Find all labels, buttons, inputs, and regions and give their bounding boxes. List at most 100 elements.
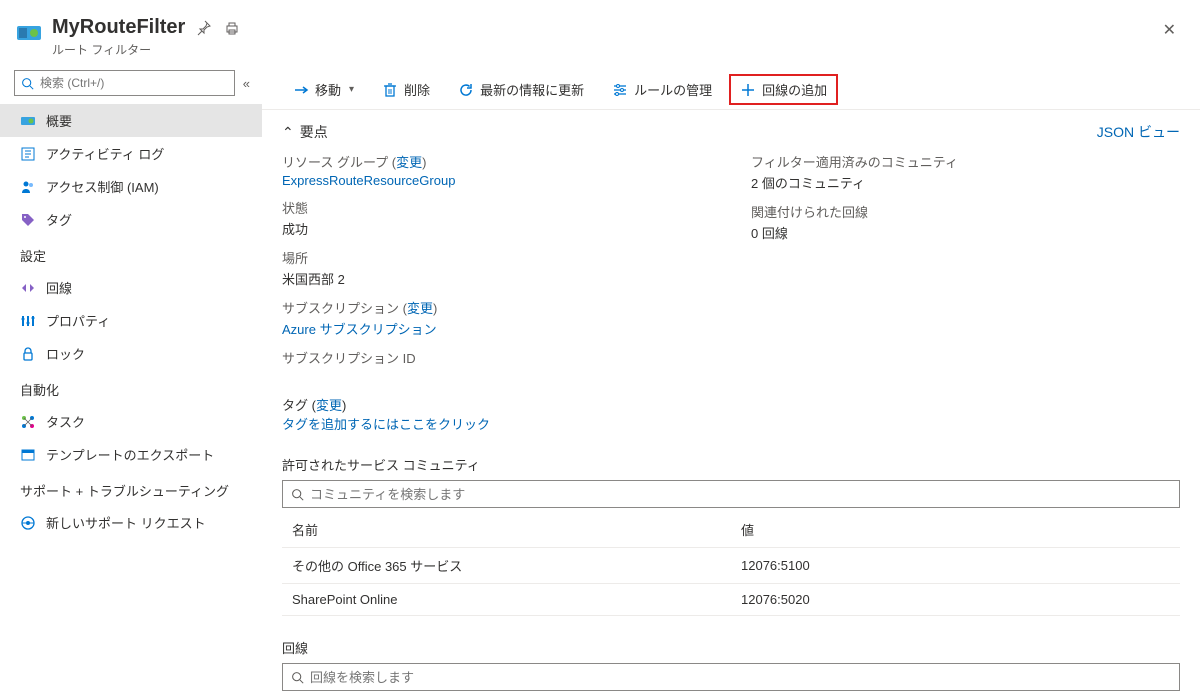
page-subtitle: ルート フィルター bbox=[52, 41, 241, 58]
refresh-button[interactable]: 最新の情報に更新 bbox=[447, 74, 595, 105]
sidebar-item-locks[interactable]: ロック bbox=[0, 337, 262, 370]
label-subscription-id: サブスクリプション ID bbox=[282, 348, 711, 367]
toolbar-label: 最新の情報に更新 bbox=[480, 80, 584, 99]
change-rg-link[interactable]: 変更 bbox=[396, 155, 422, 170]
move-icon bbox=[293, 82, 309, 98]
circuits-filter[interactable] bbox=[282, 663, 1180, 691]
chevron-up-icon: ⌃ bbox=[282, 124, 294, 141]
communities-table: 名前 値 その他の Office 365 サービス 12076:5100 Sha… bbox=[282, 512, 1180, 616]
sidebar-item-circuits[interactable]: 回線 bbox=[0, 271, 262, 304]
delete-button[interactable]: 削除 bbox=[371, 74, 441, 105]
json-view-link[interactable]: JSON ビュー bbox=[1097, 122, 1180, 142]
support-icon bbox=[20, 515, 36, 531]
manage-rules-icon bbox=[612, 82, 628, 98]
value-circuits: 0 回線 bbox=[751, 223, 1180, 242]
sidebar-item-label: ロック bbox=[46, 344, 85, 363]
table-row[interactable]: SharePoint Online 12076:5020 bbox=[282, 584, 1180, 616]
change-sub-link[interactable]: 変更 bbox=[407, 301, 433, 316]
sidebar-item-label: 回線 bbox=[46, 278, 72, 297]
col-circuit-status: 回線の状態 bbox=[507, 695, 732, 700]
move-button[interactable]: 移動 ▾ bbox=[282, 74, 365, 105]
col-name: 名前 bbox=[282, 512, 731, 548]
sidebar-item-label: タグ bbox=[46, 210, 72, 229]
sidebar-item-iam[interactable]: アクセス制御 (IAM) bbox=[0, 170, 262, 203]
sidebar-search[interactable] bbox=[14, 70, 235, 96]
essentials-grid: リソース グループ (変更) ExpressRouteResourceGroup… bbox=[282, 150, 1180, 381]
essentials-toggle[interactable]: ⌃ 要点 bbox=[282, 122, 328, 142]
sidebar-section-settings: 設定 bbox=[0, 236, 262, 271]
sidebar-item-label: プロパティ bbox=[46, 311, 110, 330]
sidebar: « 概要 アクティビティ ログ アクセス制御 (IAM) タグ 設定 回線 bbox=[0, 70, 262, 700]
toolbar-label: ルールの管理 bbox=[634, 80, 712, 99]
toolbar-label: 削除 bbox=[404, 80, 430, 99]
lock-icon bbox=[20, 346, 36, 362]
pin-icon[interactable] bbox=[195, 19, 213, 37]
col-name: 名前 bbox=[282, 695, 507, 700]
col-provider-status: プロバイダーの状態 bbox=[731, 695, 956, 700]
sidebar-item-properties[interactable]: プロパティ bbox=[0, 304, 262, 337]
cell-name: その他の Office 365 サービス bbox=[282, 548, 731, 584]
sidebar-item-label: 概要 bbox=[46, 111, 72, 130]
sidebar-item-export-template[interactable]: テンプレートのエクスポート bbox=[0, 438, 262, 471]
cell-value: 12076:5100 bbox=[731, 548, 1180, 584]
search-icon bbox=[21, 77, 34, 90]
plus-icon bbox=[740, 82, 756, 98]
tasks-icon bbox=[20, 414, 36, 430]
search-icon bbox=[291, 671, 304, 684]
sidebar-item-overview[interactable]: 概要 bbox=[0, 104, 262, 137]
overview-icon bbox=[20, 113, 36, 129]
properties-icon bbox=[20, 313, 36, 329]
toolbar-label: 移動 bbox=[315, 80, 341, 99]
cell-value: 12076:5020 bbox=[731, 584, 1180, 616]
refresh-icon bbox=[458, 82, 474, 98]
sidebar-item-activity-log[interactable]: アクティビティ ログ bbox=[0, 137, 262, 170]
add-circuit-button[interactable]: 回線の追加 bbox=[729, 74, 838, 105]
communities-filter-input[interactable] bbox=[310, 487, 1171, 502]
search-icon bbox=[291, 488, 304, 501]
value-location: 米国西部 2 bbox=[282, 269, 711, 288]
change-tags-link[interactable]: 変更 bbox=[316, 398, 342, 413]
print-icon[interactable] bbox=[223, 19, 241, 37]
circuits-table: 名前 回線の状態 プロバイダーの状態 プロバイダー データなし bbox=[282, 695, 1180, 700]
close-icon[interactable]: ✕ bbox=[1159, 16, 1180, 44]
label-status: 状態 bbox=[282, 198, 711, 217]
cell-name: SharePoint Online bbox=[282, 584, 731, 616]
add-tags-link[interactable]: タグを追加するにはここをクリック bbox=[282, 417, 490, 432]
communities-filter[interactable] bbox=[282, 480, 1180, 508]
manage-rules-button[interactable]: ルールの管理 bbox=[601, 74, 723, 105]
circuits-filter-input[interactable] bbox=[310, 670, 1171, 685]
sidebar-search-input[interactable] bbox=[40, 76, 228, 90]
delete-icon bbox=[382, 82, 398, 98]
circuits-icon bbox=[20, 280, 36, 296]
command-bar: 移動 ▾ 削除 最新の情報に更新 ルールの管理 回線の追加 bbox=[262, 70, 1200, 110]
toolbar-label: 回線の追加 bbox=[762, 80, 827, 99]
value-status: 成功 bbox=[282, 219, 711, 238]
essentials-title: 要点 bbox=[300, 122, 328, 142]
label-location: 場所 bbox=[282, 248, 711, 267]
value-communities: 2 個のコミュニティ bbox=[751, 173, 1180, 192]
circuits-section-title: 回線 bbox=[282, 638, 1180, 657]
col-provider: プロバイダー bbox=[956, 695, 1181, 700]
collapse-sidebar-icon[interactable]: « bbox=[243, 76, 250, 91]
resource-icon bbox=[16, 20, 42, 46]
activity-log-icon bbox=[20, 146, 36, 162]
sidebar-item-tags[interactable]: タグ bbox=[0, 203, 262, 236]
sidebar-section-automation: 自動化 bbox=[0, 370, 262, 405]
sidebar-item-label: アクセス制御 (IAM) bbox=[46, 177, 159, 196]
page-title: MyRouteFilter bbox=[52, 16, 185, 39]
communities-section-title: 許可されたサービス コミュニティ bbox=[282, 455, 1180, 474]
resource-group-link[interactable]: ExpressRouteResourceGroup bbox=[282, 173, 455, 188]
sidebar-item-tasks[interactable]: タスク bbox=[0, 405, 262, 438]
tags-icon bbox=[20, 212, 36, 228]
sidebar-item-new-support-request[interactable]: 新しいサポート リクエスト bbox=[0, 506, 262, 539]
label-circuits: 関連付けられた回線 bbox=[751, 202, 1180, 221]
blade-header: MyRouteFilter ルート フィルター ✕ bbox=[0, 0, 1200, 70]
label-communities: フィルター適用済みのコミュニティ bbox=[751, 152, 1180, 171]
sidebar-item-label: 新しいサポート リクエスト bbox=[46, 513, 206, 532]
table-row[interactable]: その他の Office 365 サービス 12076:5100 bbox=[282, 548, 1180, 584]
subscription-link[interactable]: Azure サブスクリプション bbox=[282, 322, 437, 337]
sidebar-item-label: テンプレートのエクスポート bbox=[46, 445, 214, 464]
sidebar-item-label: タスク bbox=[46, 412, 85, 431]
chevron-down-icon: ▾ bbox=[349, 84, 354, 95]
export-template-icon bbox=[20, 447, 36, 463]
